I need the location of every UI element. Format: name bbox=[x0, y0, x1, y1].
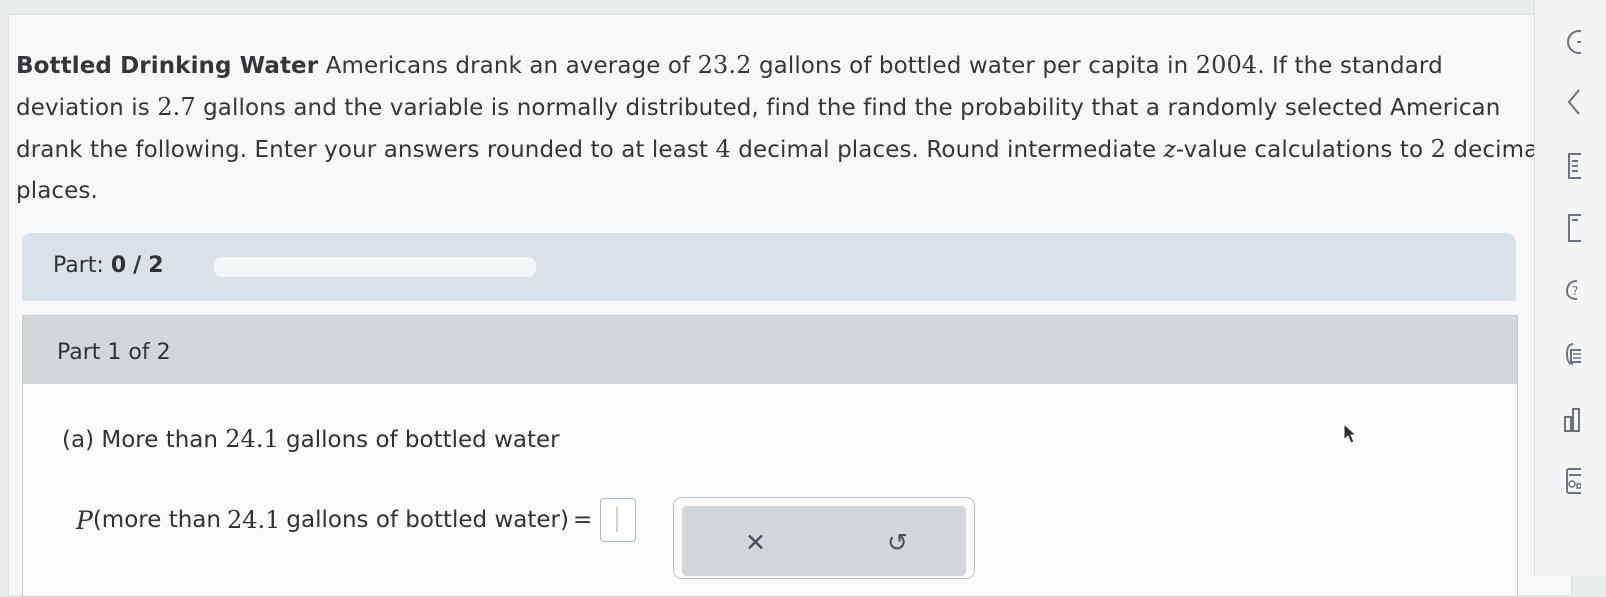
problem-text: decimal places. Round intermediate bbox=[738, 137, 1157, 163]
problem-text: Americans drank an average of bbox=[325, 53, 691, 79]
collapse-icon[interactable] bbox=[1551, 88, 1581, 116]
standard-deviation-value: 2.7 bbox=[157, 93, 196, 121]
data-icon[interactable] bbox=[1551, 467, 1581, 495]
mouse-cursor-icon bbox=[1343, 423, 1357, 444]
list-icon[interactable] bbox=[1551, 152, 1581, 180]
chart-icon[interactable] bbox=[1551, 405, 1581, 433]
back-icon[interactable] bbox=[1551, 28, 1581, 56]
part-progress-bar: Part: 0 / 2 bbox=[22, 233, 1516, 301]
probability-amount: 24.1 bbox=[226, 506, 281, 534]
help-icon[interactable]: ? bbox=[1551, 277, 1581, 305]
question-letter: (a) bbox=[62, 427, 95, 453]
problem-statement: Bottled Drinking Water Americans drank a… bbox=[16, 45, 1546, 212]
current-part: 0 bbox=[110, 253, 127, 278]
year-value: 2004 bbox=[1195, 51, 1258, 79]
document-icon[interactable] bbox=[1551, 214, 1581, 242]
problem-title: Bottled Drinking Water bbox=[16, 53, 319, 79]
mean-value: 23.2 bbox=[697, 51, 752, 79]
part-progress-label: Part: 0 / 2 bbox=[53, 253, 164, 278]
question-amount: 24.1 bbox=[225, 425, 279, 453]
z-variable: z bbox=[1163, 137, 1176, 163]
part-heading: Part 1 of 2 bbox=[23, 316, 1517, 384]
tool-panel: ✕ ↺ bbox=[682, 506, 966, 576]
equals-sign: = bbox=[572, 507, 593, 533]
decimal-places-value: 4 bbox=[715, 135, 731, 163]
part-heading-text: Part 1 of 2 bbox=[57, 340, 171, 365]
side-toolbar: ? bbox=[1534, 0, 1606, 576]
clear-button[interactable]: ✕ bbox=[745, 528, 766, 557]
probability-symbol: P bbox=[76, 505, 93, 535]
undo-button[interactable]: ↺ bbox=[887, 528, 908, 557]
progress-track bbox=[214, 257, 536, 277]
notes-icon[interactable] bbox=[1551, 340, 1581, 368]
answer-tools: ✕ ↺ bbox=[673, 497, 975, 579]
problem-text: -value calculations to bbox=[1175, 137, 1424, 163]
svg-text:?: ? bbox=[1572, 284, 1578, 298]
answer-input[interactable] bbox=[600, 498, 637, 542]
problem-text: gallons of bottled water per capita in bbox=[758, 53, 1189, 79]
z-decimal-places-value: 2 bbox=[1430, 135, 1446, 163]
question-a: (a) More than 24.1 gallons of bottled wa… bbox=[62, 425, 560, 453]
total-parts: 2 bbox=[148, 253, 164, 278]
probability-equation: P (more than 24.1 gallons of bottled wat… bbox=[76, 498, 637, 542]
